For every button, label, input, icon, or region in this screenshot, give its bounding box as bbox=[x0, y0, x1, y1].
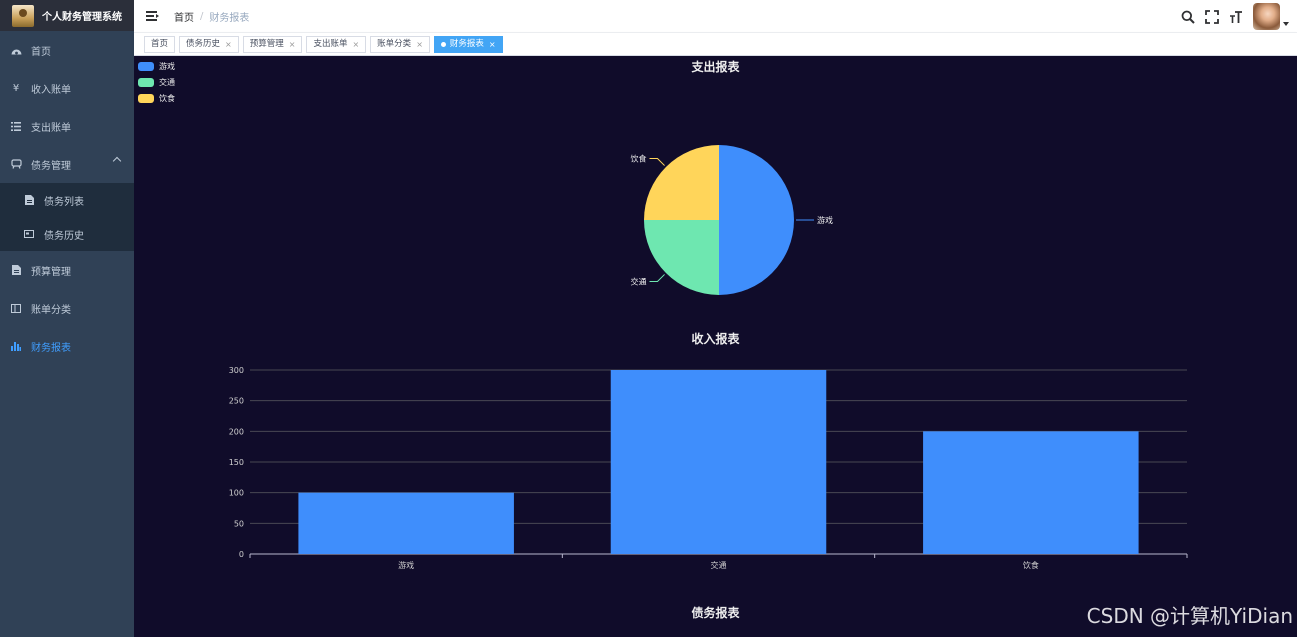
sidebar-item-income[interactable]: ¥ 收入账单 bbox=[0, 69, 134, 107]
sidebar-item-label: 支出账单 bbox=[31, 122, 71, 134]
pie-slice bbox=[644, 145, 719, 220]
pie-label: 饮食 bbox=[630, 153, 646, 163]
y-tick-label: 0 bbox=[239, 550, 244, 559]
sidebar-item-label: 预算管理 bbox=[31, 266, 71, 278]
avatar[interactable] bbox=[1253, 3, 1280, 30]
search-icon[interactable] bbox=[1181, 10, 1195, 24]
sidebar-item-label: 收入账单 bbox=[31, 84, 71, 96]
pie-label: 交通 bbox=[630, 277, 646, 287]
x-tick-label: 游戏 bbox=[398, 560, 414, 570]
y-tick-label: 50 bbox=[234, 519, 244, 528]
tag-label: 账单分类 bbox=[377, 38, 412, 49]
tag-home[interactable]: 首页 bbox=[144, 35, 176, 53]
sidebar-item-label: 账单分类 bbox=[31, 304, 71, 316]
right-menu bbox=[1181, 0, 1297, 33]
document-icon bbox=[23, 194, 35, 206]
tag-report[interactable]: 财务报表 × bbox=[433, 35, 503, 53]
close-icon[interactable]: × bbox=[489, 37, 496, 52]
sidebar-item-expense[interactable]: 支出账单 bbox=[0, 107, 134, 145]
sidebar-item-label: 财务报表 bbox=[31, 342, 71, 354]
tag-label: 支出账单 bbox=[313, 38, 348, 49]
budget-icon bbox=[10, 264, 22, 276]
chevron-up-icon bbox=[112, 156, 122, 166]
y-tick-label: 200 bbox=[229, 427, 244, 436]
sidebar-item-debt-list[interactable]: 债务列表 bbox=[0, 183, 134, 217]
logo[interactable]: 个人财务管理系统 bbox=[0, 0, 134, 31]
font-size-icon[interactable] bbox=[1229, 10, 1243, 24]
breadcrumb-separator: / bbox=[200, 10, 204, 22]
x-tick-label: 交通 bbox=[711, 560, 727, 570]
y-tick-label: 150 bbox=[229, 458, 244, 467]
fullscreen-icon[interactable] bbox=[1205, 9, 1219, 24]
list-icon bbox=[10, 120, 22, 132]
pie-label-line bbox=[649, 274, 665, 283]
bar-chart-icon bbox=[10, 340, 22, 352]
bar bbox=[610, 370, 827, 554]
sidebar-item-label: 首页 bbox=[31, 46, 51, 58]
logo-image bbox=[12, 4, 34, 27]
y-tick-label: 300 bbox=[229, 366, 244, 375]
tag-label: 财务报表 bbox=[449, 38, 484, 49]
watermark: CSDN @计算机YiDian bbox=[1086, 604, 1293, 628]
tag-label: 债务历史 bbox=[186, 38, 221, 49]
sidebar-item-budget[interactable]: 预算管理 bbox=[0, 251, 134, 289]
debt-submenu: 债务列表 债务历史 bbox=[0, 183, 134, 251]
sidebar-item-label: 债务管理 bbox=[31, 160, 71, 172]
breadcrumb-home[interactable]: 首页 bbox=[174, 9, 194, 24]
sidebar-item-debt[interactable]: 债务管理 bbox=[0, 145, 134, 183]
breadcrumb-current: 财务报表 bbox=[209, 12, 250, 24]
debt-icon bbox=[10, 158, 22, 170]
income-bar-chart: 0 50 100 150 200 250 300 游戏 交通 饮食 bbox=[229, 366, 1188, 570]
category-icon bbox=[10, 302, 22, 314]
tag-category[interactable]: 账单分类 × bbox=[370, 35, 430, 53]
report-content: 游戏 交通 饮食 支出报表 游戏 交通 饮食 收入报表 0 50 100 150 200 25… bbox=[134, 56, 1297, 637]
close-icon[interactable]: × bbox=[352, 37, 359, 52]
close-icon[interactable]: × bbox=[416, 37, 423, 52]
sidebar-item-home[interactable]: 首页 bbox=[0, 31, 134, 69]
hamburger-icon[interactable] bbox=[146, 11, 159, 21]
sidebar-item-debt-history[interactable]: 债务历史 bbox=[0, 217, 134, 251]
x-tick-label: 饮食 bbox=[1023, 560, 1039, 570]
pie-slice bbox=[719, 145, 794, 295]
sidebar-item-report[interactable]: 财务报表 bbox=[0, 327, 134, 365]
expense-pie-chart: 游戏交通 饮食 bbox=[630, 145, 833, 295]
y-tick-label: 100 bbox=[229, 489, 244, 498]
close-icon[interactable]: × bbox=[225, 37, 232, 52]
sidebar-item-label: 债务列表 bbox=[44, 196, 84, 208]
pie-label-line bbox=[649, 157, 665, 166]
sidebar-item-label: 债务历史 bbox=[44, 230, 84, 242]
caret-down-icon[interactable] bbox=[1283, 21, 1289, 26]
navbar: 首页 / 财务报表 bbox=[134, 0, 1297, 33]
tag-label: 首页 bbox=[151, 38, 169, 49]
yen-icon: ¥ bbox=[12, 82, 20, 94]
card-icon bbox=[23, 228, 35, 240]
close-icon[interactable]: × bbox=[289, 37, 296, 52]
bar bbox=[923, 431, 1139, 554]
sidebar: 个人财务管理系统 首页 ¥ 收入账单 支出账单 债务管理 债务列表 债务历史 预… bbox=[0, 0, 134, 637]
dashboard-icon bbox=[10, 44, 22, 56]
tag-label: 预算管理 bbox=[249, 38, 284, 49]
breadcrumb: 首页 / 财务报表 bbox=[174, 9, 249, 24]
sidebar-item-category[interactable]: 账单分类 bbox=[0, 289, 134, 327]
tags-view: 首页 债务历史 × 预算管理 × 支出账单 × 账单分类 × 财务报表 × bbox=[134, 33, 1297, 56]
tag-debt-history[interactable]: 债务历史 × bbox=[179, 35, 239, 53]
tag-expense[interactable]: 支出账单 × bbox=[306, 35, 367, 53]
income-chart-title: 收入报表 bbox=[691, 332, 740, 346]
tag-budget[interactable]: 预算管理 × bbox=[242, 35, 303, 53]
pie-slice bbox=[644, 220, 719, 295]
app-title: 个人财务管理系统 bbox=[42, 12, 122, 23]
pie-label: 游戏 bbox=[817, 215, 833, 225]
y-tick-label: 250 bbox=[229, 397, 244, 406]
bar bbox=[298, 492, 514, 554]
active-dot-icon bbox=[440, 41, 446, 47]
